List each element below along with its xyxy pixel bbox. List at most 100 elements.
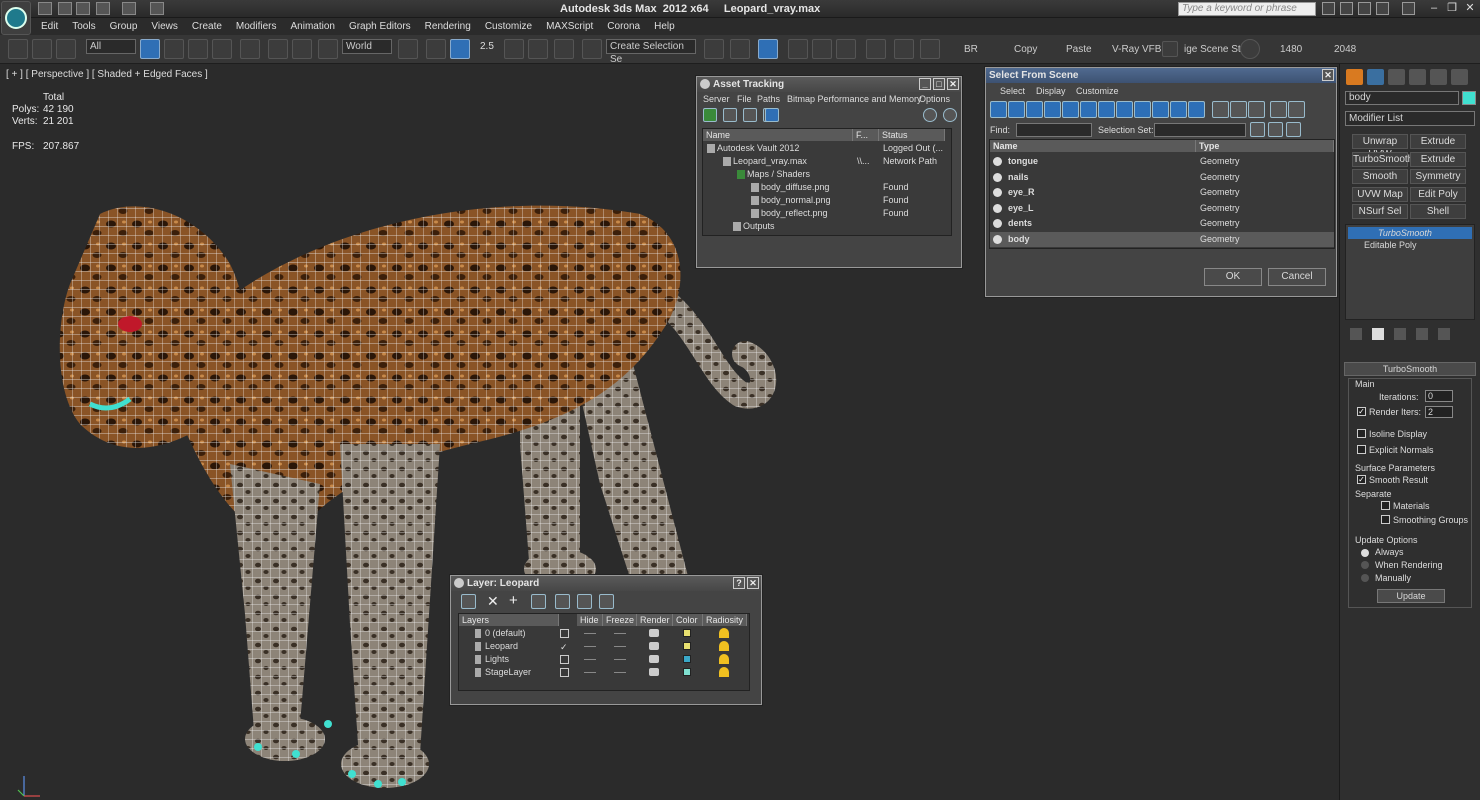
layer-color-swatch[interactable] bbox=[683, 629, 691, 637]
column-radiosity[interactable]: Radiosity bbox=[703, 614, 747, 626]
graphite-ribbon-icon[interactable] bbox=[788, 39, 808, 59]
active-layer-toggle[interactable] bbox=[560, 655, 569, 664]
help-icon[interactable] bbox=[923, 108, 937, 122]
redo-icon[interactable] bbox=[122, 2, 136, 15]
paste-button[interactable]: Paste bbox=[1066, 44, 1092, 55]
modifier-list-dropdown[interactable]: Modifier List bbox=[1345, 111, 1475, 126]
scene-object-row[interactable]: eye_R Geometry bbox=[990, 185, 1334, 200]
modifier-button[interactable]: Extrude bbox=[1410, 151, 1466, 167]
hide-toggle[interactable] bbox=[584, 633, 596, 634]
filter-groups-icon[interactable] bbox=[1098, 101, 1115, 118]
modifier-button[interactable]: Shell bbox=[1410, 204, 1466, 219]
help-icon[interactable] bbox=[1402, 2, 1415, 15]
scene-object-row[interactable]: eye_L Geometry bbox=[990, 201, 1334, 216]
menu-views[interactable]: Views bbox=[144, 19, 185, 35]
scene-object-row[interactable]: nails Geometry bbox=[990, 170, 1334, 185]
object-color-swatch[interactable] bbox=[1462, 91, 1476, 105]
filter-frozen-icon[interactable] bbox=[1170, 101, 1187, 118]
render-teapot-icon[interactable] bbox=[649, 642, 659, 650]
schematic-view-icon[interactable] bbox=[836, 39, 856, 59]
modifier-button[interactable]: Extrude bbox=[1410, 134, 1466, 149]
smooth-result-checkbox[interactable]: ✓ bbox=[1357, 475, 1366, 484]
isoline-checkbox[interactable] bbox=[1357, 429, 1366, 438]
close-button[interactable]: ✕ bbox=[1462, 2, 1478, 15]
open-file-icon[interactable] bbox=[58, 2, 72, 15]
highlight-selected-icon[interactable] bbox=[555, 594, 570, 609]
column-freeze[interactable]: Freeze bbox=[603, 614, 637, 626]
mirror-icon[interactable] bbox=[704, 39, 724, 59]
sel-set-select-icon[interactable] bbox=[1286, 122, 1301, 137]
unlink-icon[interactable] bbox=[32, 39, 52, 59]
modifier-button[interactable]: TurboSmooth bbox=[1352, 151, 1413, 167]
project-folder-icon[interactable] bbox=[150, 2, 164, 15]
freeze-toggle[interactable] bbox=[614, 646, 626, 647]
minimize-button[interactable]: _ bbox=[919, 78, 931, 90]
filter-helpers-icon[interactable] bbox=[1062, 101, 1079, 118]
menu-create[interactable]: Create bbox=[185, 19, 229, 35]
modifier-button[interactable]: Symmetry bbox=[1410, 169, 1466, 184]
always-radio[interactable] bbox=[1361, 549, 1369, 557]
modifier-button[interactable]: NSurf Sel bbox=[1352, 204, 1408, 219]
materials-checkbox[interactable] bbox=[1381, 501, 1390, 510]
freeze-all-icon[interactable] bbox=[599, 594, 614, 609]
active-layer-toggle[interactable] bbox=[560, 668, 569, 677]
scene-stat-icon[interactable] bbox=[1162, 41, 1178, 57]
menu-server[interactable]: Server bbox=[703, 94, 730, 104]
refresh-icon[interactable] bbox=[703, 108, 717, 122]
column-color[interactable]: Color bbox=[673, 614, 703, 626]
create-tab-icon[interactable] bbox=[1346, 69, 1363, 85]
vray-vfb-button[interactable]: V-Ray VFB bbox=[1112, 44, 1161, 55]
filter-shapes-icon[interactable] bbox=[1008, 101, 1025, 118]
scene-object-row[interactable]: body Geometry bbox=[990, 231, 1334, 247]
settings-icon[interactable] bbox=[943, 108, 957, 122]
asset-row[interactable]: body_diffuse.png Found bbox=[703, 181, 945, 194]
hide-all-icon[interactable] bbox=[577, 594, 592, 609]
layer-color-swatch[interactable] bbox=[683, 668, 691, 676]
select-manipulate-icon[interactable] bbox=[426, 39, 446, 59]
menu-group[interactable]: Group bbox=[103, 19, 145, 35]
render-iters-spinner[interactable]: 2 bbox=[1425, 406, 1453, 418]
close-button[interactable]: ✕ bbox=[947, 78, 959, 90]
sel-set-remove-icon[interactable] bbox=[1268, 122, 1283, 137]
keyboard-shortcut-icon[interactable] bbox=[450, 39, 470, 59]
layer-row[interactable]: Lights bbox=[459, 653, 749, 666]
filter-lights-icon[interactable] bbox=[1026, 101, 1043, 118]
column-status[interactable]: Status bbox=[879, 129, 945, 141]
tree-view-icon[interactable] bbox=[743, 108, 757, 122]
reference-coord-dropdown[interactable]: World bbox=[342, 39, 392, 54]
new-file-icon[interactable] bbox=[38, 2, 52, 15]
menu-tools[interactable]: Tools bbox=[65, 19, 102, 35]
menu-animation[interactable]: Animation bbox=[283, 19, 341, 35]
menu-rendering[interactable]: Rendering bbox=[418, 19, 478, 35]
show-end-result-icon[interactable] bbox=[1372, 328, 1384, 340]
align-icon[interactable] bbox=[730, 39, 750, 59]
curve-editor-icon[interactable] bbox=[812, 39, 832, 59]
active-layer-toggle[interactable] bbox=[560, 629, 569, 638]
render-teapot-icon[interactable] bbox=[649, 668, 659, 676]
freeze-toggle[interactable] bbox=[614, 633, 626, 634]
menu-customize[interactable]: Customize bbox=[478, 19, 539, 35]
asset-row[interactable]: Outputs bbox=[703, 220, 945, 233]
br-button[interactable]: BR bbox=[964, 44, 978, 55]
asset-row[interactable]: Maps / Shaders bbox=[703, 168, 945, 181]
cancel-button[interactable]: Cancel bbox=[1268, 268, 1326, 286]
material-editor-icon[interactable] bbox=[866, 39, 886, 59]
active-layer-toggle[interactable]: ✓ bbox=[560, 642, 569, 652]
menu-customize[interactable]: Customize bbox=[1076, 86, 1119, 96]
radiosity-icon[interactable] bbox=[719, 654, 729, 664]
menu-corona[interactable]: Corona bbox=[600, 19, 647, 35]
asset-row[interactable]: Autodesk Vault 2012 Logged Out (... bbox=[703, 142, 945, 155]
copy-button[interactable]: Copy bbox=[1014, 44, 1037, 55]
scene-object-row[interactable]: tongue Geometry bbox=[990, 154, 1334, 169]
update-button[interactable]: Update bbox=[1377, 589, 1445, 603]
star-icon[interactable] bbox=[1340, 2, 1353, 15]
minimize-button[interactable]: – bbox=[1426, 2, 1442, 15]
named-selection-dropdown[interactable]: Create Selection Se bbox=[606, 39, 696, 65]
layer-row[interactable]: 0 (default) bbox=[459, 627, 749, 640]
asset-row[interactable]: Leopard_vray.max \\... Network Path bbox=[703, 155, 945, 168]
sel-set-add-icon[interactable] bbox=[1250, 122, 1265, 137]
edit-named-sets-icon[interactable] bbox=[582, 39, 602, 59]
menu-file[interactable]: File bbox=[737, 94, 752, 104]
find-input[interactable] bbox=[1016, 123, 1092, 137]
layer-row[interactable]: Leopard ✓ bbox=[459, 640, 749, 653]
